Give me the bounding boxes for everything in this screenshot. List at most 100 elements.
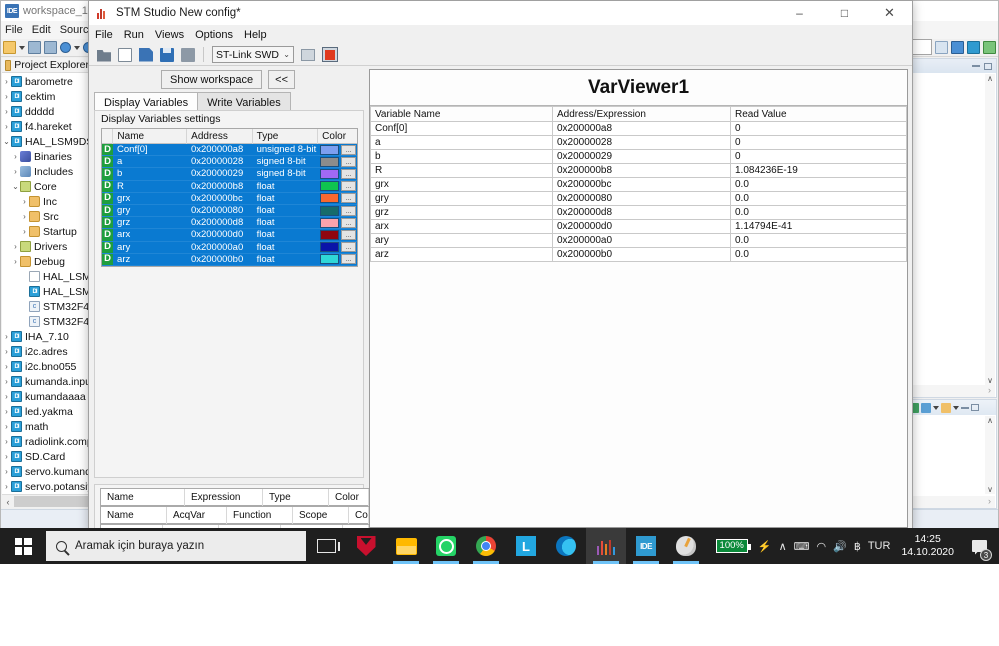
close-button[interactable]: ✕ [867, 1, 912, 25]
stm-menu-bar[interactable]: File Run Views Options Help [89, 25, 912, 44]
show-hidden-icons-chevron[interactable]: ∧ [779, 540, 787, 553]
tree-expand-arrow-icon[interactable]: › [2, 377, 11, 386]
varviewer-row[interactable]: gry 0x20000080 0.0 [370, 191, 907, 206]
project-tree-item[interactable]: HAL_LSM9D [2, 269, 89, 284]
tree-expand-arrow-icon[interactable]: › [2, 422, 11, 431]
system-tray[interactable]: 100% ⚡ ∧ ⌨ ◠ 🔊 ฿ TUR 14:25 14.10.2020 3 [715, 528, 999, 564]
paint-button[interactable] [666, 528, 706, 564]
project-tree-item[interactable]: › Includes [2, 164, 89, 179]
color-swatch[interactable] [320, 254, 340, 265]
tree-expand-arrow-icon[interactable]: › [2, 467, 11, 476]
variable-address-cell[interactable]: 0x200000a8 [187, 144, 253, 155]
display-variable-row[interactable]: Dary 0x200000a0 float... [102, 241, 357, 254]
export-icon[interactable] [181, 47, 195, 62]
tree-expand-arrow-icon[interactable]: › [2, 482, 11, 491]
tree-expand-arrow-icon[interactable]: › [2, 107, 11, 116]
collapse-button[interactable]: << [268, 69, 295, 89]
keyboard-icon[interactable]: ⌨ [794, 540, 810, 553]
project-tree-item[interactable]: › servo.kumanda [2, 464, 89, 479]
varviewer-row[interactable]: arz 0x200000b0 0.0 [370, 247, 907, 262]
color-picker-button[interactable]: ... [341, 193, 357, 204]
color-swatch[interactable] [320, 181, 340, 192]
new-config-icon[interactable] [118, 47, 132, 62]
secondary-table-header[interactable]: Name Expression Type Color [100, 488, 370, 506]
variable-address-cell[interactable]: 0x200000bc [187, 193, 253, 204]
color-picker-button[interactable]: ... [341, 229, 357, 240]
project-tree-item[interactable]: › f4.hareket [2, 119, 89, 134]
project-tree-item[interactable]: HAL_LSM9D [2, 284, 89, 299]
new-dropdown-chevron-icon[interactable] [19, 45, 25, 50]
scroll-up-icon[interactable]: ∧ [987, 74, 993, 83]
menu-options[interactable]: Options [195, 29, 233, 41]
console-vscrollbar[interactable]: ∧ ∨ [985, 416, 995, 494]
project-tree-item[interactable]: › Startup [2, 224, 89, 239]
variable-address-cell[interactable]: 0x20000028 [187, 156, 253, 167]
battery-status[interactable]: 100% [715, 539, 752, 553]
variable-name-cell[interactable]: R [113, 181, 187, 192]
tree-expand-arrow-icon[interactable]: › [2, 122, 11, 131]
start-button[interactable] [0, 528, 46, 564]
project-tree-item[interactable]: › i2c.bno055 [2, 359, 89, 374]
volume-icon[interactable]: 🔊 [833, 540, 847, 553]
tree-expand-arrow-icon[interactable]: › [2, 362, 11, 371]
tree-expand-arrow-icon[interactable]: › [2, 452, 11, 461]
perspective-cpp-icon[interactable] [951, 40, 964, 54]
display-flag-badge[interactable]: D [102, 241, 114, 253]
variable-name-cell[interactable]: grx [113, 193, 187, 204]
edge-button[interactable] [546, 528, 586, 564]
variable-color-cell[interactable]: ... [318, 156, 357, 167]
color-swatch[interactable] [320, 168, 340, 179]
console-toolbar[interactable] [906, 400, 996, 415]
color-picker-button[interactable]: ... [341, 168, 357, 179]
variable-name-cell[interactable]: gry [113, 205, 187, 216]
display-flag-badge[interactable]: D [102, 192, 114, 204]
variable-name-cell[interactable]: Conf[0] [113, 144, 187, 155]
color-picker-button[interactable]: ... [341, 181, 357, 192]
variable-address-cell[interactable]: 0x200000b0 [187, 254, 253, 265]
variable-address-cell[interactable]: 0x20000029 [187, 168, 253, 179]
project-tree[interactable]: › barometre › cektim › ddddd › f4.hareket ⌄ HAL_L… [2, 73, 89, 508]
project-explorer-hscrollbar[interactable]: ‹ [2, 494, 89, 508]
display-flag-badge[interactable]: D [102, 253, 114, 265]
project-tree-item[interactable]: ⌄ Core [2, 179, 89, 194]
display-flag-badge[interactable]: D [102, 156, 114, 168]
variable-address-cell[interactable]: 0x20000080 [187, 205, 253, 216]
varviewer-row[interactable]: grx 0x200000bc 0.0 [370, 177, 907, 192]
color-picker-button[interactable]: ... [341, 217, 357, 228]
variable-type-cell[interactable]: float [253, 217, 319, 228]
project-tree-item[interactable]: › i2c.adres [2, 344, 89, 359]
project-tree-item[interactable]: › barometre [2, 74, 89, 89]
display-variable-row[interactable]: Dgrz 0x200000d8 float... [102, 217, 357, 230]
project-tree-item[interactable]: › IHA_7.10 [2, 329, 89, 344]
display-flag-badge[interactable]: D [102, 204, 114, 217]
color-swatch[interactable] [320, 156, 340, 167]
project-tree-item[interactable]: › cektim [2, 89, 89, 104]
tree-expand-arrow-icon[interactable]: › [11, 167, 20, 176]
project-tree-item[interactable]: ⌄ HAL_LSM9DS1 [2, 134, 89, 149]
variable-color-cell[interactable]: ... [318, 144, 357, 155]
variable-address-cell[interactable]: 0x200000b8 [187, 181, 253, 192]
display-flag-badge[interactable]: D [102, 180, 114, 192]
outline-vscrollbar[interactable]: ∧ ∨ [985, 74, 995, 385]
variable-address-cell[interactable]: 0x200000a0 [187, 242, 253, 253]
display-variables-table[interactable]: Name Address Type Color D Conf[0] 0x200000… [101, 128, 358, 267]
tree-expand-arrow-icon[interactable]: › [2, 347, 11, 356]
display-variable-row[interactable]: Da 0x20000028 signed 8-bit... [102, 156, 357, 169]
tree-expand-arrow-icon[interactable]: › [11, 242, 20, 251]
tree-expand-arrow-icon[interactable]: › [20, 197, 29, 206]
minimize-button[interactable]: – [777, 1, 822, 25]
scroll-left-icon[interactable]: ‹ [2, 497, 14, 507]
eclipse-menu-edit[interactable]: Edit [32, 24, 51, 36]
language-indicator[interactable]: TUR [868, 540, 891, 552]
tree-expand-arrow-icon[interactable]: ⌄ [2, 137, 11, 146]
varviewer-table[interactable]: Variable Name Address/Expression Read Va… [370, 106, 907, 262]
tree-expand-arrow-icon[interactable]: › [2, 407, 11, 416]
project-tree-item[interactable]: › Binaries [2, 149, 89, 164]
project-tree-item[interactable]: › ddddd [2, 104, 89, 119]
bluetooth-icon[interactable]: ฿ [854, 540, 861, 553]
stop-session-icon[interactable] [322, 47, 338, 62]
tree-expand-arrow-icon[interactable]: › [11, 257, 20, 266]
color-swatch[interactable] [320, 205, 340, 216]
console-display-icon[interactable] [921, 402, 931, 413]
variable-address-cell[interactable]: 0x200000d0 [187, 229, 253, 240]
